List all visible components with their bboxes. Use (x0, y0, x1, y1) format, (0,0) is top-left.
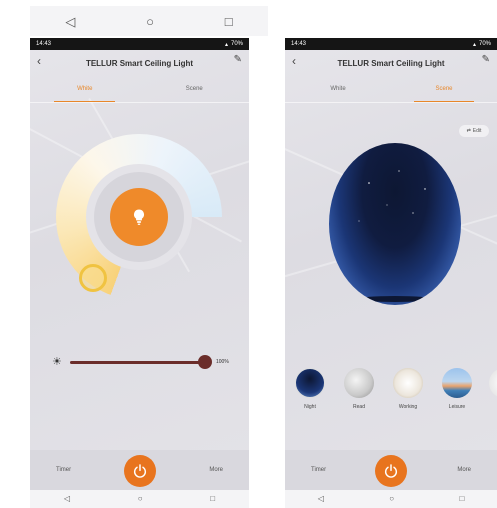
app-header: ‹ TELLUR Smart Ceiling Light ✎ (30, 50, 249, 76)
back-arrow-icon[interactable]: ‹ (292, 55, 296, 67)
phone-white-screen: 14:43 ▴ 70% ‹ TELLUR Smart Ceiling Light… (30, 38, 249, 508)
tab-scene[interactable]: Scene (140, 86, 250, 102)
back-nav-icon[interactable]: ◁ (65, 15, 75, 28)
brightness-control: ☀ 100% (48, 354, 244, 370)
tab-white[interactable]: White (285, 86, 391, 102)
more-button[interactable]: More (209, 467, 223, 473)
timer-button[interactable]: Timer (56, 467, 71, 473)
leisure-scene-thumbnail (442, 368, 472, 398)
scene-item-night[interactable]: Night (293, 368, 327, 410)
dial-knob[interactable] (79, 264, 107, 292)
bottom-bar: Timer More (30, 450, 249, 490)
tab-divider (285, 102, 497, 103)
working-scene-thumbnail (393, 368, 423, 398)
scene-item-leisure[interactable]: Leisure (440, 368, 474, 410)
home-nav-icon[interactable]: ○ (146, 15, 154, 28)
edit-label: Edit (472, 128, 482, 134)
home-nav-icon[interactable]: ○ (389, 495, 394, 503)
status-bar: 14:43 ▴ 70% (30, 38, 249, 50)
timer-button[interactable]: Timer (311, 467, 326, 473)
status-time: 14:43 (291, 41, 307, 47)
color-temperature-dial[interactable] (56, 134, 222, 300)
edit-pencil-icon[interactable]: ✎ (482, 55, 490, 65)
stars-decoration (357, 170, 433, 302)
tab-scene[interactable]: Scene (391, 86, 497, 102)
mode-tabs: White Scene (285, 86, 497, 102)
phone-scene-screen: 14:43 ▴ 70% ‹ TELLUR Smart Ceiling Light… (285, 38, 497, 508)
scene-label: Leisure (448, 404, 466, 410)
read-scene-thumbnail (344, 368, 374, 398)
additional-scene-thumbnail (489, 368, 497, 398)
brightness-value: 100% (216, 359, 229, 365)
scene-list: Night Read Working Leisure Ad (293, 368, 497, 416)
scene-item-read[interactable]: Read (342, 368, 376, 410)
sun-icon: ☀ (52, 356, 62, 368)
power-icon (133, 464, 146, 478)
system-nav-bar: ◁ ○ □ (285, 490, 497, 508)
tab-divider (30, 102, 249, 103)
signal-icon: ▴ (472, 41, 476, 48)
recents-nav-icon[interactable]: □ (459, 495, 464, 503)
page-title: TELLUR Smart Ceiling Light (85, 58, 194, 68)
edit-scenes-button[interactable]: ⇄ Edit (459, 125, 489, 137)
top-system-nav: ◁ ○ □ (30, 6, 268, 36)
bottom-bar: Timer More (285, 450, 497, 490)
scene-label: Read (353, 404, 365, 410)
back-arrow-icon[interactable]: ‹ (37, 55, 41, 67)
edit-pencil-icon[interactable]: ✎ (234, 55, 242, 65)
more-button[interactable]: More (457, 467, 471, 473)
app-header: ‹ TELLUR Smart Ceiling Light ✎ (285, 50, 497, 76)
scene-preview (329, 143, 461, 305)
page-title: TELLUR Smart Ceiling Light (337, 58, 445, 68)
back-nav-icon[interactable]: ◁ (64, 495, 70, 503)
tab-white[interactable]: White (30, 86, 140, 102)
recents-nav-icon[interactable]: □ (225, 15, 233, 28)
scene-label: Night (304, 404, 316, 410)
scene-label: Ad (487, 404, 497, 410)
mode-tabs: White Scene (30, 86, 249, 102)
system-nav-bar: ◁ ○ □ (30, 490, 249, 508)
status-time: 14:43 (36, 41, 52, 47)
swap-icon: ⇄ (466, 128, 471, 134)
scene-item-working[interactable]: Working (391, 368, 425, 410)
power-icon (384, 464, 398, 478)
status-bar: 14:43 ▴ 70% (285, 38, 497, 50)
home-nav-icon[interactable]: ○ (138, 495, 143, 503)
recents-nav-icon[interactable]: □ (210, 495, 215, 503)
scene-label: Working (398, 404, 418, 410)
back-nav-icon[interactable]: ◁ (318, 495, 324, 503)
brightness-slider-thumb[interactable] (198, 355, 212, 369)
bulb-icon (133, 209, 145, 225)
battery-level: 70% (230, 41, 243, 47)
scene-item-additional[interactable]: Ad (487, 368, 497, 410)
signal-icon: ▴ (224, 41, 228, 48)
brightness-slider-track[interactable] (70, 361, 204, 364)
power-button[interactable] (375, 455, 407, 487)
power-button[interactable] (123, 455, 156, 487)
night-scene-thumbnail (295, 368, 325, 398)
battery-level: 70% (478, 41, 491, 47)
light-toggle-button[interactable] (110, 188, 168, 246)
